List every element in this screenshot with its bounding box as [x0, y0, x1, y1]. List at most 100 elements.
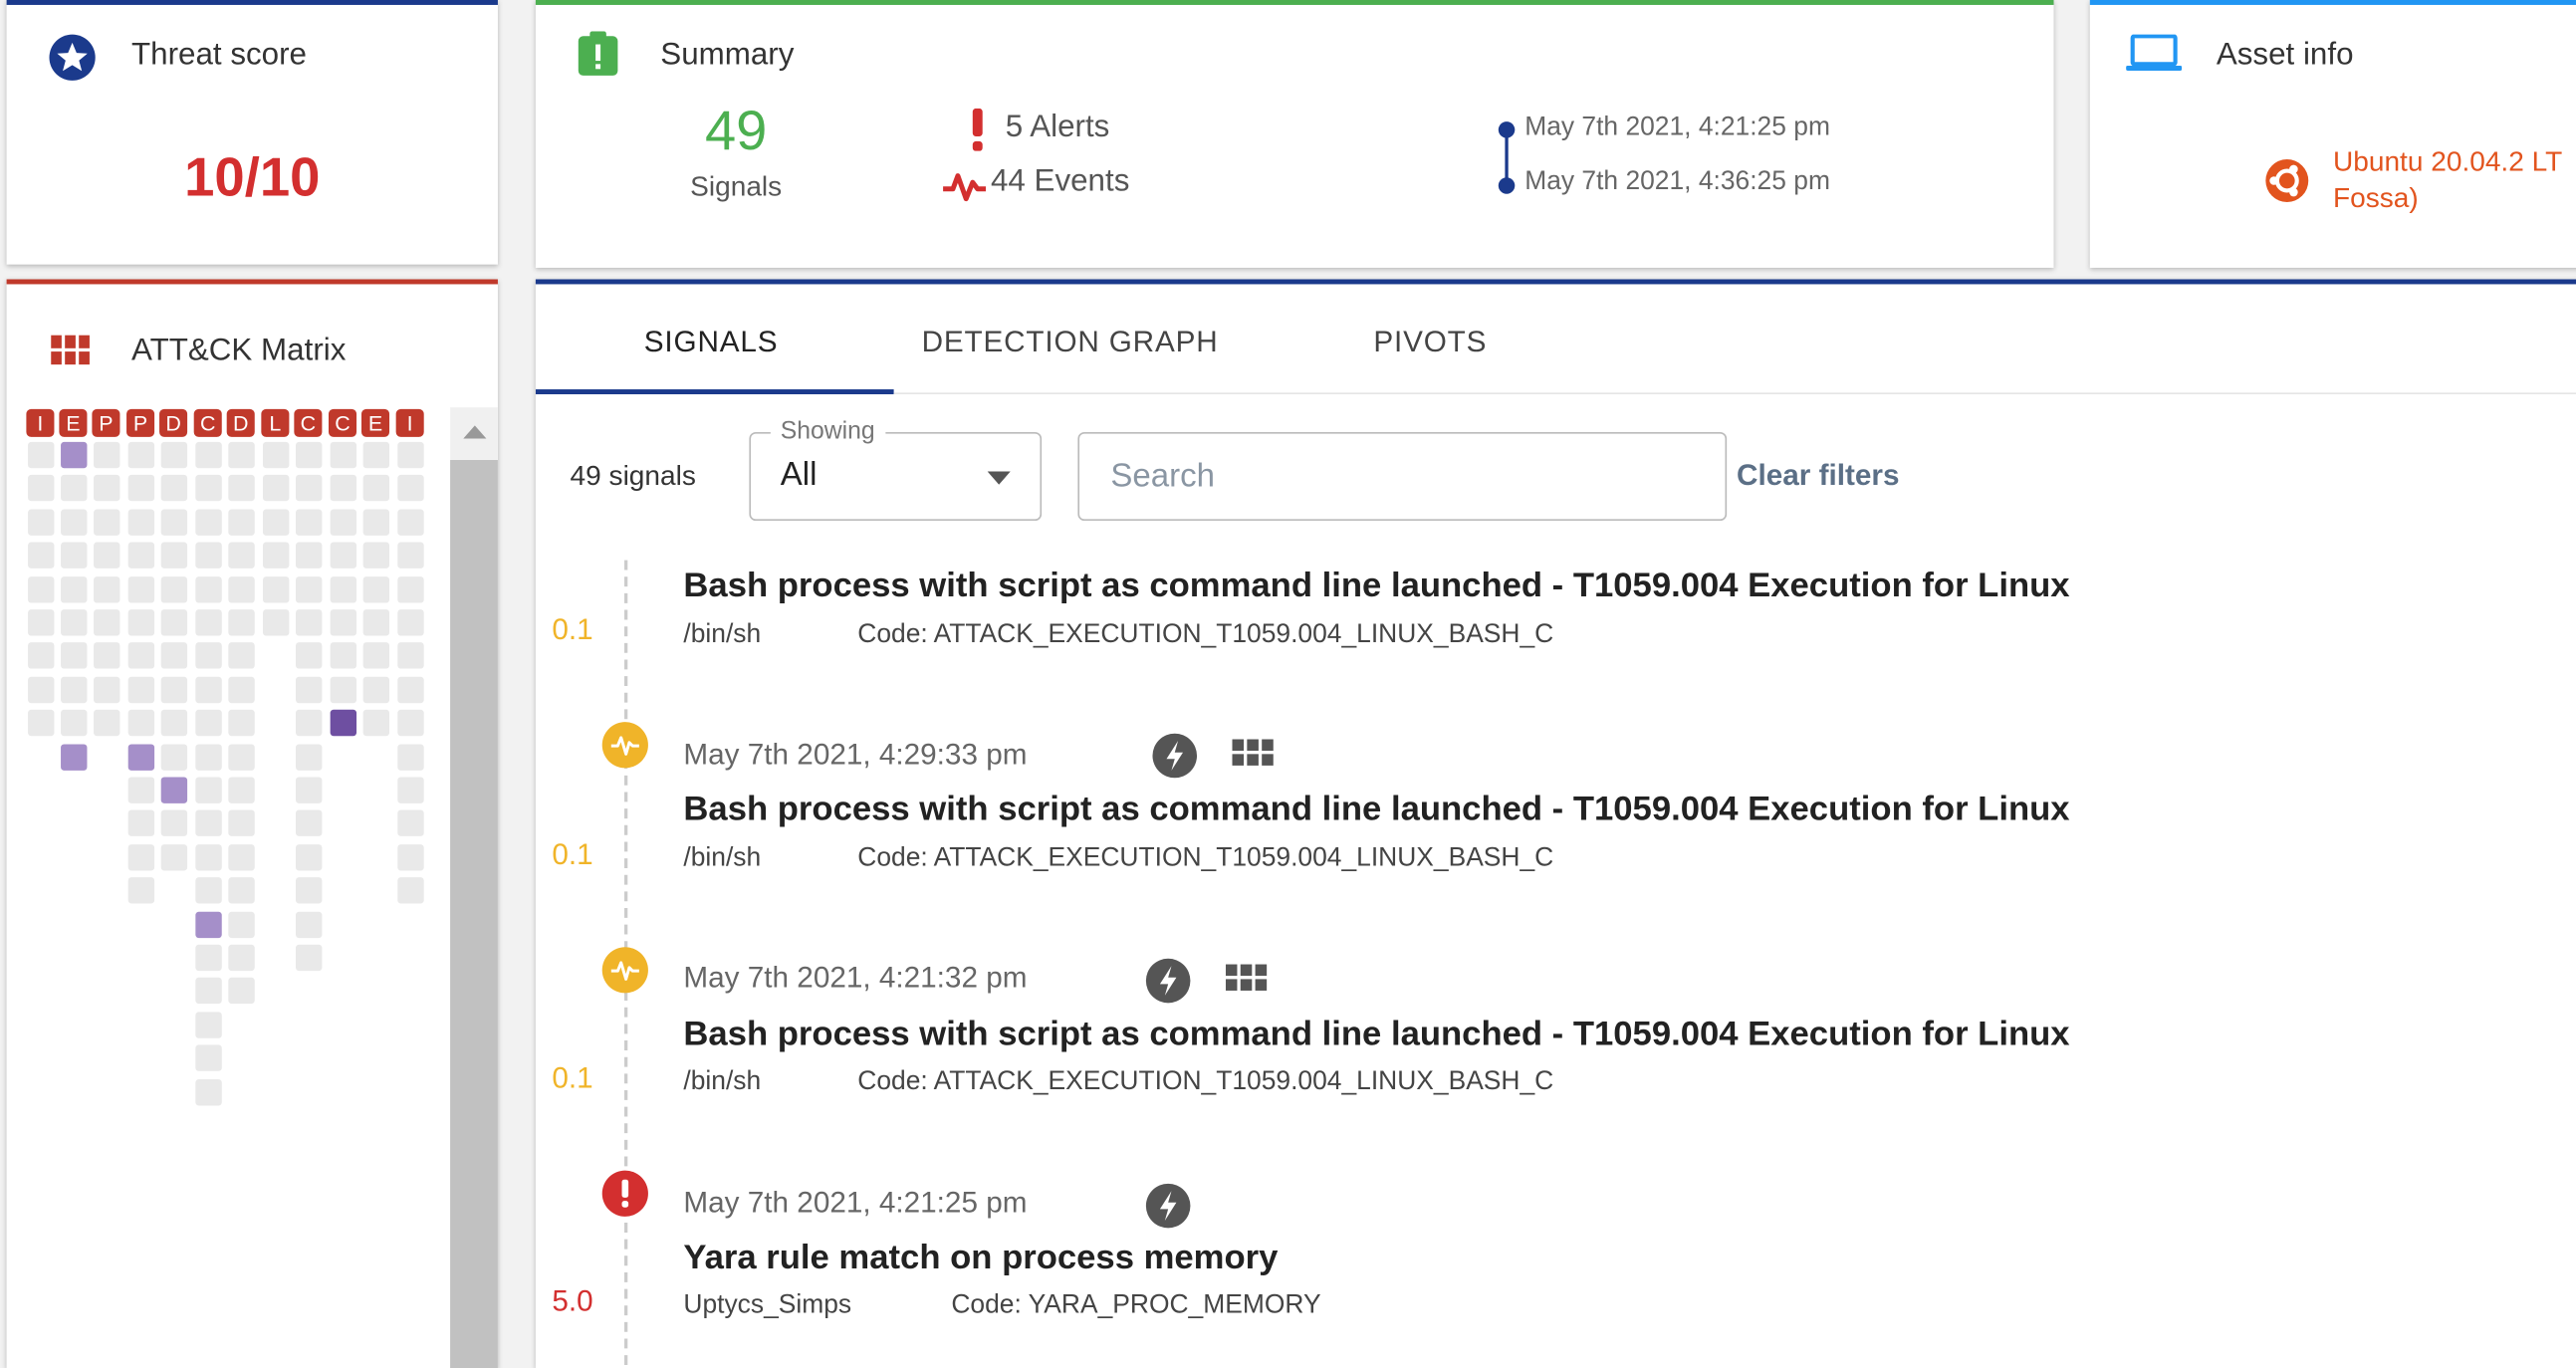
- matrix-technique-cell[interactable]: [160, 710, 186, 736]
- matrix-technique-cell[interactable]: [362, 509, 388, 535]
- matrix-technique-cell[interactable]: [127, 810, 153, 836]
- signal-title[interactable]: Yara rule match on process memory: [683, 1239, 1278, 1278]
- matrix-technique-cell[interactable]: [295, 777, 321, 802]
- matrix-tactic-header[interactable]: D: [159, 409, 187, 437]
- matrix-technique-cell[interactable]: [93, 676, 118, 702]
- matrix-technique-cell[interactable]: [295, 676, 321, 702]
- matrix-technique-cell[interactable]: [195, 911, 221, 937]
- matrix-tactic-header[interactable]: C: [194, 409, 222, 437]
- matrix-technique-cell[interactable]: [295, 643, 321, 669]
- matrix-technique-cell[interactable]: [330, 643, 355, 669]
- matrix-technique-cell[interactable]: [228, 945, 254, 971]
- matrix-technique-cell[interactable]: [396, 442, 422, 468]
- tab-signals[interactable]: SIGNALS: [644, 326, 779, 360]
- matrix-technique-cell[interactable]: [295, 609, 321, 635]
- matrix-technique-cell[interactable]: [127, 643, 153, 669]
- matrix-technique-cell[interactable]: [60, 442, 86, 468]
- matrix-technique-cell[interactable]: [195, 844, 221, 870]
- matrix-technique-cell[interactable]: [195, 643, 221, 669]
- matrix-technique-cell[interactable]: [228, 543, 254, 569]
- matrix-technique-cell[interactable]: [160, 643, 186, 669]
- matrix-technique-cell[interactable]: [127, 744, 153, 770]
- matrix-tactic-header[interactable]: I: [26, 409, 54, 437]
- matrix-technique-cell[interactable]: [160, 442, 186, 468]
- matrix-technique-cell[interactable]: [160, 575, 186, 601]
- matrix-technique-cell[interactable]: [262, 475, 288, 501]
- matrix-tactic-header[interactable]: C: [329, 409, 356, 437]
- matrix-technique-cell[interactable]: [27, 442, 53, 468]
- matrix-technique-cell[interactable]: [27, 509, 53, 535]
- matrix-technique-cell[interactable]: [362, 442, 388, 468]
- matrix-technique-cell[interactable]: [228, 676, 254, 702]
- matrix-technique-cell[interactable]: [195, 475, 221, 501]
- matrix-technique-cell[interactable]: [160, 777, 186, 802]
- matrix-technique-cell[interactable]: [396, 710, 422, 736]
- matrix-technique-cell[interactable]: [160, 475, 186, 501]
- matrix-technique-cell[interactable]: [295, 509, 321, 535]
- lightning-icon[interactable]: [1152, 733, 1198, 779]
- matrix-technique-cell[interactable]: [330, 442, 355, 468]
- signal-title[interactable]: Bash process with script as command line…: [683, 567, 2069, 606]
- matrix-technique-cell[interactable]: [127, 543, 153, 569]
- matrix-technique-cell[interactable]: [362, 609, 388, 635]
- matrix-technique-cell[interactable]: [228, 643, 254, 669]
- matrix-technique-cell[interactable]: [228, 810, 254, 836]
- matrix-technique-cell[interactable]: [295, 911, 321, 937]
- chevron-down-icon[interactable]: [988, 472, 1011, 485]
- matrix-technique-cell[interactable]: [396, 643, 422, 669]
- matrix-technique-cell[interactable]: [60, 475, 86, 501]
- matrix-technique-cell[interactable]: [93, 609, 118, 635]
- matrix-technique-cell[interactable]: [396, 744, 422, 770]
- matrix-tactic-header[interactable]: D: [227, 409, 255, 437]
- matrix-tactic-header[interactable]: C: [294, 409, 322, 437]
- matrix-technique-cell[interactable]: [330, 509, 355, 535]
- matrix-technique-cell[interactable]: [60, 643, 86, 669]
- matrix-technique-cell[interactable]: [27, 543, 53, 569]
- matrix-technique-cell[interactable]: [27, 575, 53, 601]
- matrix-technique-cell[interactable]: [27, 475, 53, 501]
- matrix-technique-cell[interactable]: [60, 609, 86, 635]
- matrix-technique-cell[interactable]: [195, 575, 221, 601]
- matrix-technique-cell[interactable]: [195, 442, 221, 468]
- matrix-technique-cell[interactable]: [195, 543, 221, 569]
- matrix-technique-cell[interactable]: [262, 509, 288, 535]
- matrix-technique-cell[interactable]: [27, 609, 53, 635]
- matrix-technique-cell[interactable]: [160, 509, 186, 535]
- matrix-tactic-header[interactable]: E: [361, 409, 389, 437]
- matrix-technique-cell[interactable]: [27, 676, 53, 702]
- lightning-icon[interactable]: [1145, 958, 1191, 1004]
- showing-select[interactable]: Showing All: [749, 432, 1042, 521]
- matrix-technique-cell[interactable]: [93, 442, 118, 468]
- matrix-technique-cell[interactable]: [262, 442, 288, 468]
- scroll-up-icon[interactable]: [462, 424, 488, 441]
- matrix-technique-cell[interactable]: [60, 543, 86, 569]
- matrix-technique-cell[interactable]: [27, 643, 53, 669]
- matrix-technique-cell[interactable]: [195, 810, 221, 836]
- matrix-technique-cell[interactable]: [195, 710, 221, 736]
- matrix-grid-icon[interactable]: [1226, 961, 1272, 1007]
- tab-detection-graph[interactable]: DETECTION GRAPH: [922, 326, 1219, 360]
- matrix-technique-cell[interactable]: [228, 609, 254, 635]
- matrix-technique-cell[interactable]: [396, 777, 422, 802]
- matrix-technique-cell[interactable]: [362, 710, 388, 736]
- events-count[interactable]: 44 Events: [991, 164, 1129, 200]
- matrix-technique-cell[interactable]: [295, 543, 321, 569]
- search-input[interactable]: [1079, 434, 1706, 520]
- matrix-technique-cell[interactable]: [330, 609, 355, 635]
- matrix-scrollbar[interactable]: [450, 407, 498, 1368]
- matrix-technique-cell[interactable]: [228, 911, 254, 937]
- matrix-technique-cell[interactable]: [295, 575, 321, 601]
- matrix-technique-cell[interactable]: [295, 710, 321, 736]
- matrix-technique-cell[interactable]: [60, 676, 86, 702]
- matrix-technique-cell[interactable]: [330, 475, 355, 501]
- matrix-technique-cell[interactable]: [330, 710, 355, 736]
- matrix-technique-cell[interactable]: [160, 810, 186, 836]
- matrix-technique-cell[interactable]: [295, 475, 321, 501]
- matrix-technique-cell[interactable]: [93, 543, 118, 569]
- matrix-technique-cell[interactable]: [396, 475, 422, 501]
- matrix-technique-cell[interactable]: [93, 575, 118, 601]
- matrix-technique-cell[interactable]: [127, 676, 153, 702]
- matrix-technique-cell[interactable]: [262, 609, 288, 635]
- matrix-technique-cell[interactable]: [362, 676, 388, 702]
- matrix-technique-cell[interactable]: [160, 609, 186, 635]
